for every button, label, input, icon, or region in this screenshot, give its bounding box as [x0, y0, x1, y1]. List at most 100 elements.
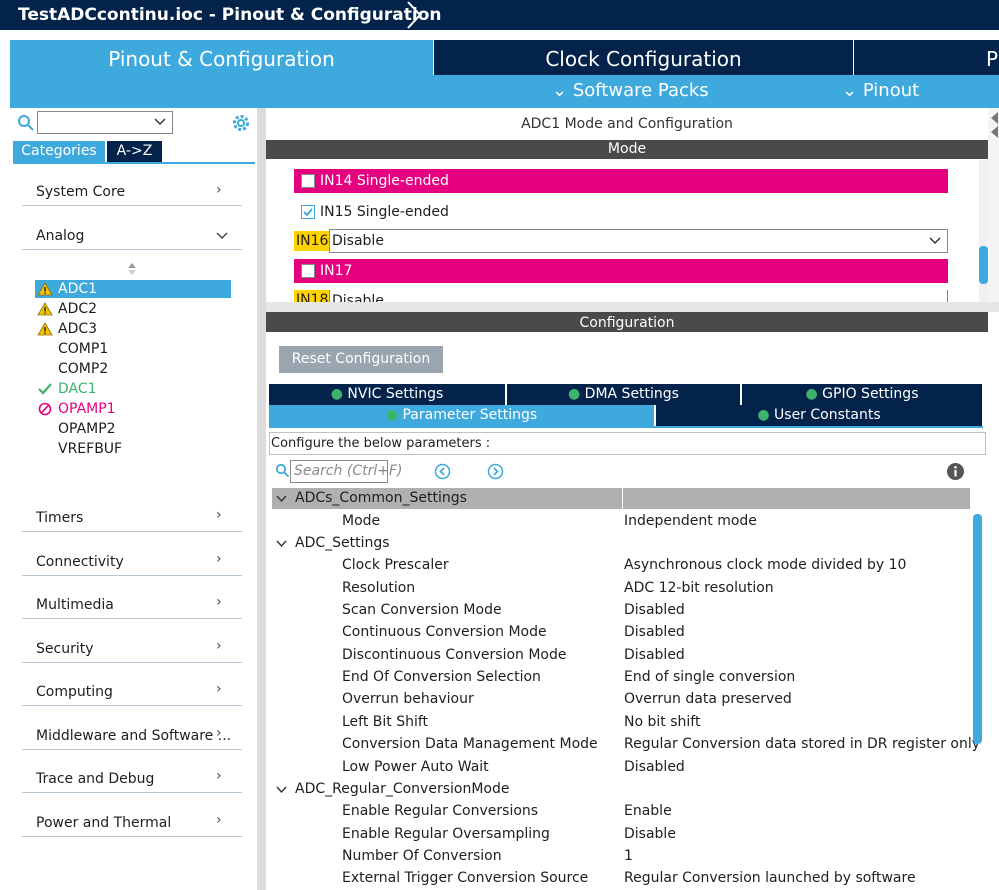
configuration-header: Configuration [266, 312, 988, 332]
param-value[interactable]: Disabled [624, 647, 685, 663]
chevron-right-icon: › [216, 507, 222, 523]
in14-checkbox[interactable] [301, 174, 315, 188]
chevron-right-icon: › [216, 812, 222, 828]
param-name[interactable]: Low Power Auto Wait [342, 759, 489, 775]
param-value[interactable]: Independent mode [624, 513, 757, 529]
param-value[interactable]: End of single conversion [624, 669, 795, 685]
category-power-and-thermal[interactable]: Power and Thermal [36, 815, 171, 831]
param-value[interactable]: Overrun data preserved [624, 691, 792, 707]
category-connectivity[interactable]: Connectivity [36, 554, 124, 570]
collapse-arrow-icon[interactable] [276, 785, 287, 794]
param-value[interactable]: Regular Conversion data stored in DR reg… [624, 736, 980, 752]
param-name[interactable]: Resolution [342, 580, 415, 596]
in16-tag: IN16 [294, 231, 331, 251]
collapse-left-icon[interactable] [989, 110, 999, 140]
in16-select[interactable] [329, 229, 948, 253]
tab-dma-settings[interactable]: ● DMA Settings [507, 384, 740, 405]
param-name[interactable]: Continuous Conversion Mode [342, 624, 547, 640]
param-value[interactable]: Disabled [624, 624, 685, 640]
category-trace-and-debug[interactable]: Trace and Debug [36, 771, 154, 787]
collapse-arrow-icon[interactable] [276, 494, 287, 503]
category-security[interactable]: Security [36, 641, 94, 657]
peripheral-adc3[interactable]: ADC3 [58, 321, 97, 337]
param-value[interactable]: Disable [624, 826, 676, 842]
next-result-icon[interactable] [487, 463, 504, 480]
param-name[interactable]: External Trigger Conversion Source [342, 870, 588, 886]
param-value[interactable]: Disabled [624, 602, 685, 618]
param-name[interactable]: Number Of Conversion [342, 848, 502, 864]
param-name[interactable]: Discontinuous Conversion Mode [342, 647, 567, 663]
group-adcs-common-settings[interactable]: ADCs_Common_Settings [295, 490, 467, 506]
peripheral-opamp1[interactable]: OPAMP1 [58, 401, 116, 417]
param-name[interactable]: Mode [342, 513, 380, 529]
a-z-button[interactable]: A->Z [107, 141, 162, 162]
peripheral-opamp2[interactable]: OPAMP2 [58, 421, 116, 437]
category-analog[interactable]: Analog [36, 228, 84, 244]
chevron-down-icon[interactable] [929, 236, 941, 246]
category-divider [22, 618, 242, 619]
tab-parameter-settings[interactable]: ● Parameter Settings [269, 405, 654, 426]
in18-select[interactable] [329, 290, 948, 302]
categories-button[interactable]: Categories [13, 141, 105, 162]
category-computing[interactable]: Computing [36, 684, 113, 700]
param-name[interactable]: Enable Regular Oversampling [342, 826, 550, 842]
tab-clock-configuration[interactable]: Clock Configuration [433, 40, 853, 75]
reset-configuration-button[interactable]: Reset Configuration [279, 346, 443, 373]
peripheral-vrefbuf[interactable]: VREFBUF [58, 441, 122, 457]
category-timers[interactable]: Timers [36, 510, 83, 526]
sort-icon[interactable] [126, 262, 138, 276]
peripheral-search-combo[interactable] [37, 111, 173, 134]
pinout-menu-label: Pinout [862, 80, 920, 101]
param-name[interactable]: Scan Conversion Mode [342, 602, 502, 618]
param-name[interactable]: End Of Conversion Selection [342, 669, 541, 685]
in17-checkbox[interactable] [301, 264, 315, 278]
param-value[interactable]: Asynchronous clock mode divided by 10 [624, 557, 906, 573]
category-divider [22, 662, 242, 663]
pinout-menu[interactable]: ⌄ Pinout [842, 80, 919, 101]
tab-user-constants[interactable]: ● User Constants [656, 405, 982, 426]
gear-icon[interactable] [231, 113, 251, 133]
category-multimedia[interactable]: Multimedia [36, 597, 114, 613]
tab-project-manager[interactable]: P [853, 40, 999, 75]
peripheral-comp2[interactable]: COMP2 [58, 361, 108, 377]
tab-nvic-settings[interactable]: ● NVIC Settings [269, 384, 505, 405]
param-value[interactable]: Enable [624, 803, 672, 819]
in15-checkbox[interactable] [301, 205, 315, 219]
group-adc-settings[interactable]: ADC_Settings [295, 535, 390, 551]
param-value[interactable]: Regular Conversion launched by software [624, 870, 916, 886]
param-value[interactable]: No bit shift [624, 714, 700, 730]
software-packs-menu[interactable]: ⌄ Software Packs [552, 80, 709, 101]
param-name[interactable]: Left Bit Shift [342, 714, 428, 730]
collapse-arrow-icon[interactable] [276, 539, 287, 548]
column-separator [622, 488, 623, 509]
param-name[interactable]: Clock Prescaler [342, 557, 449, 573]
mode-scrollbar-thumb[interactable] [979, 246, 988, 284]
category-system-core[interactable]: System Core [36, 184, 125, 200]
mode-panel-title: ADC1 Mode and Configuration [521, 116, 733, 132]
peripheral-comp1[interactable]: COMP1 [58, 341, 108, 357]
param-name[interactable]: Overrun behaviour [342, 691, 474, 707]
peripheral-dac1[interactable]: DAC1 [58, 381, 97, 397]
param-value[interactable]: ADC 12-bit resolution [624, 580, 774, 596]
group-adc-regular-conversionmode[interactable]: ADC_Regular_ConversionMode [295, 781, 509, 797]
software-packs-label: Software Packs [572, 80, 709, 101]
panel-splitter[interactable] [266, 302, 999, 312]
peripheral-adc1[interactable]: ADC1 [58, 281, 97, 297]
category-middleware-and-software[interactable]: Middleware and Software ... [36, 728, 231, 744]
window-title: TestADCcontinu.ioc - Pinout & Configurat… [18, 5, 442, 25]
parameters-scrollbar-thumb[interactable] [973, 514, 982, 744]
panel-splitter[interactable] [257, 108, 266, 890]
tab-gpio-settings[interactable]: ● GPIO Settings [742, 384, 982, 405]
param-name[interactable]: Conversion Data Management Mode [342, 736, 598, 752]
chevron-down-icon[interactable] [154, 117, 166, 127]
chevron-down-icon: ⌄ [842, 80, 858, 101]
param-value[interactable]: 1 [624, 848, 633, 864]
peripheral-adc2[interactable]: ADC2 [58, 301, 97, 317]
param-value[interactable]: Disabled [624, 759, 685, 775]
checkmark-icon [303, 208, 313, 217]
param-name[interactable]: Enable Regular Conversions [342, 803, 538, 819]
config-description: Configure the below parameters : [271, 436, 491, 451]
tab-pinout-configuration[interactable]: Pinout & Configuration [10, 40, 433, 75]
previous-result-icon[interactable] [434, 463, 451, 480]
info-icon[interactable] [946, 462, 965, 481]
